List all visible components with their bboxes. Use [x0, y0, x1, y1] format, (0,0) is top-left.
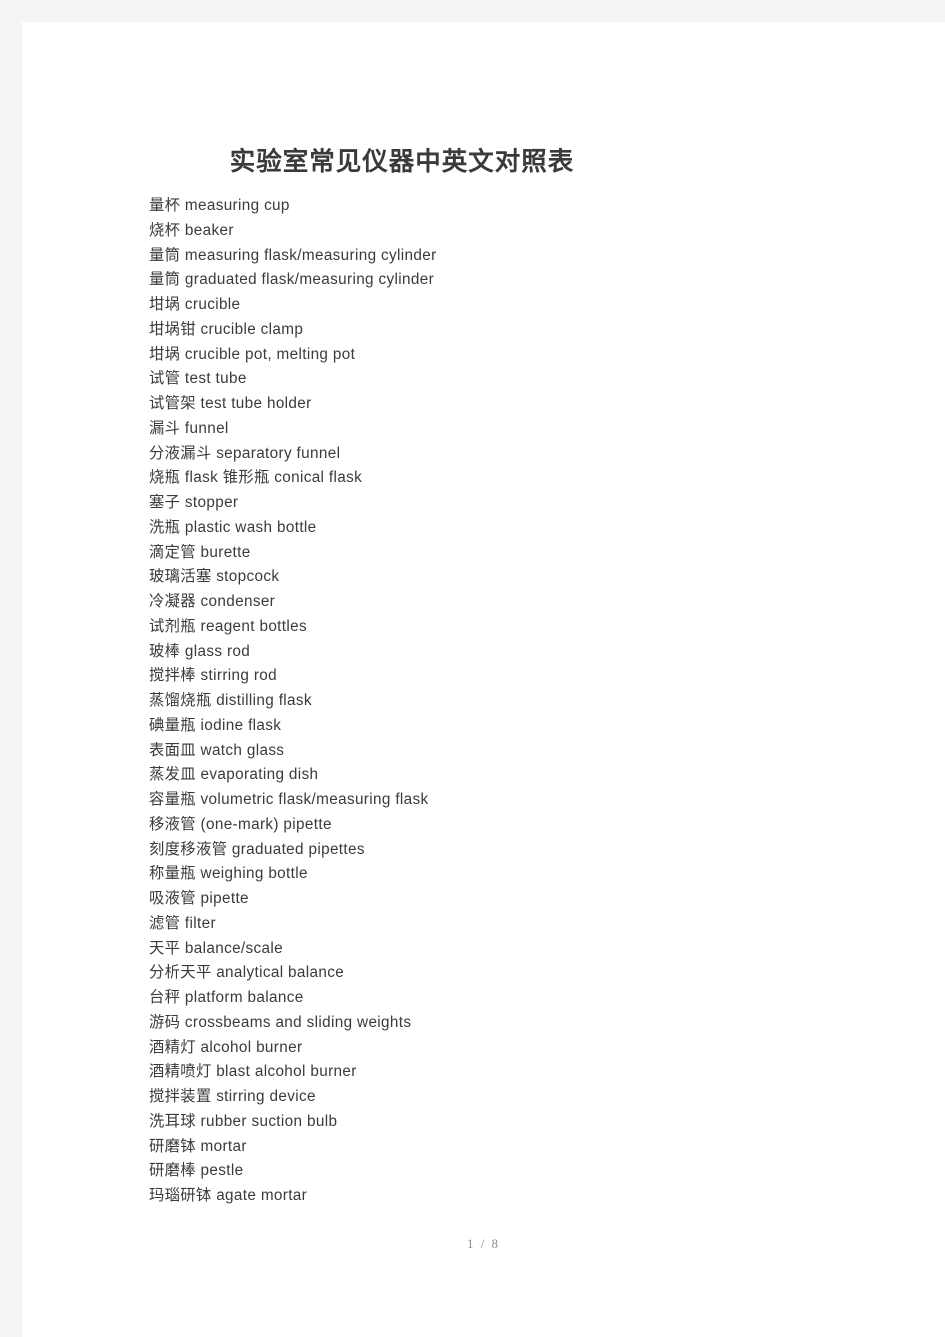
list-item: 烧杯 beaker: [149, 221, 234, 239]
list-item: 称量瓶 weighing bottle: [149, 865, 308, 883]
list-item: 容量瓶 volumetric flask/measuring flask: [149, 791, 429, 808]
list-item: 塞子 stopper: [149, 494, 239, 511]
list-item: 碘量瓶 iodine flask: [149, 716, 282, 734]
list-item: 酒精喷灯 blast alcohol burner: [149, 1063, 357, 1081]
list-item: 玻棒 glass rod: [149, 642, 251, 660]
list-item: 玛瑙研钵 agate mortar: [149, 1187, 308, 1204]
list-item: 玻璃活塞 stopcock: [149, 568, 280, 586]
list-item: 蒸馏烧瓶 distilling flask: [149, 692, 312, 709]
list-item: 酒精灯 alcohol burner: [149, 1038, 303, 1056]
list-item: 试管 test tube: [149, 370, 247, 388]
list-item: 量筒 graduated flask/measuring cylinder: [149, 271, 435, 289]
list-item: 坩埚 crucible: [149, 296, 241, 313]
list-item: 台秤 platform balance: [149, 989, 304, 1006]
page-title: 实验室常见仪器中英文对照表: [229, 147, 575, 177]
page-number-footer: 1 / 8: [466, 1236, 501, 1251]
list-item: 量筒 measuring flask/measuring cylinder: [149, 246, 437, 264]
list-item: 试剂瓶 reagent bottles: [149, 617, 307, 635]
list-item: 试管架 test tube holder: [149, 395, 312, 412]
list-item: 坩埚 crucible pot, melting pot: [149, 345, 356, 363]
list-item: 滴定管 burette: [149, 543, 251, 561]
list-item: 滤管 filter: [149, 914, 216, 932]
list-item: 烧瓶 flask 锥形瓶 conical flask: [149, 469, 363, 487]
list-item: 洗瓶 plastic wash bottle: [149, 518, 317, 536]
list-item: 天平 balance/scale: [149, 939, 283, 957]
list-item: 搅拌装置 stirring device: [149, 1088, 316, 1105]
list-item: 游码 crossbeams and sliding weights: [149, 1013, 412, 1031]
list-item: 移液管 (one-mark) pipette: [149, 815, 332, 833]
list-item: 刻度移液管 graduated pipettes: [149, 840, 365, 858]
document-page: 实验室常见仪器中英文对照表 量杯 measuring cup 烧杯 beaker 量…: [22, 22, 945, 1337]
list-item: 分液漏斗 separatory funnel: [149, 444, 341, 462]
list-item: 蒸发皿 evaporating dish: [149, 766, 319, 784]
list-item: 搅拌棒 stirring rod: [149, 667, 277, 685]
list-item: 洗耳球 rubber suction bulb: [149, 1112, 338, 1130]
list-item: 漏斗 funnel: [149, 419, 229, 437]
list-item: 分析天平 analytical balance: [149, 964, 345, 982]
list-item: 量杯 measuring cup: [149, 197, 290, 214]
glossary-list: 量杯 measuring cup 烧杯 beaker 量筒 measuring fl…: [149, 194, 849, 1209]
list-item: 坩埚钳 crucible clamp: [149, 320, 304, 338]
list-item: 吸液管 pipette: [149, 890, 249, 907]
list-item: 冷凝器 condenser: [149, 593, 276, 610]
list-item: 表面皿 watch glass: [149, 741, 285, 759]
list-item: 研磨棒 pestle: [149, 1162, 244, 1180]
list-item: 研磨钵 mortar: [149, 1137, 247, 1155]
